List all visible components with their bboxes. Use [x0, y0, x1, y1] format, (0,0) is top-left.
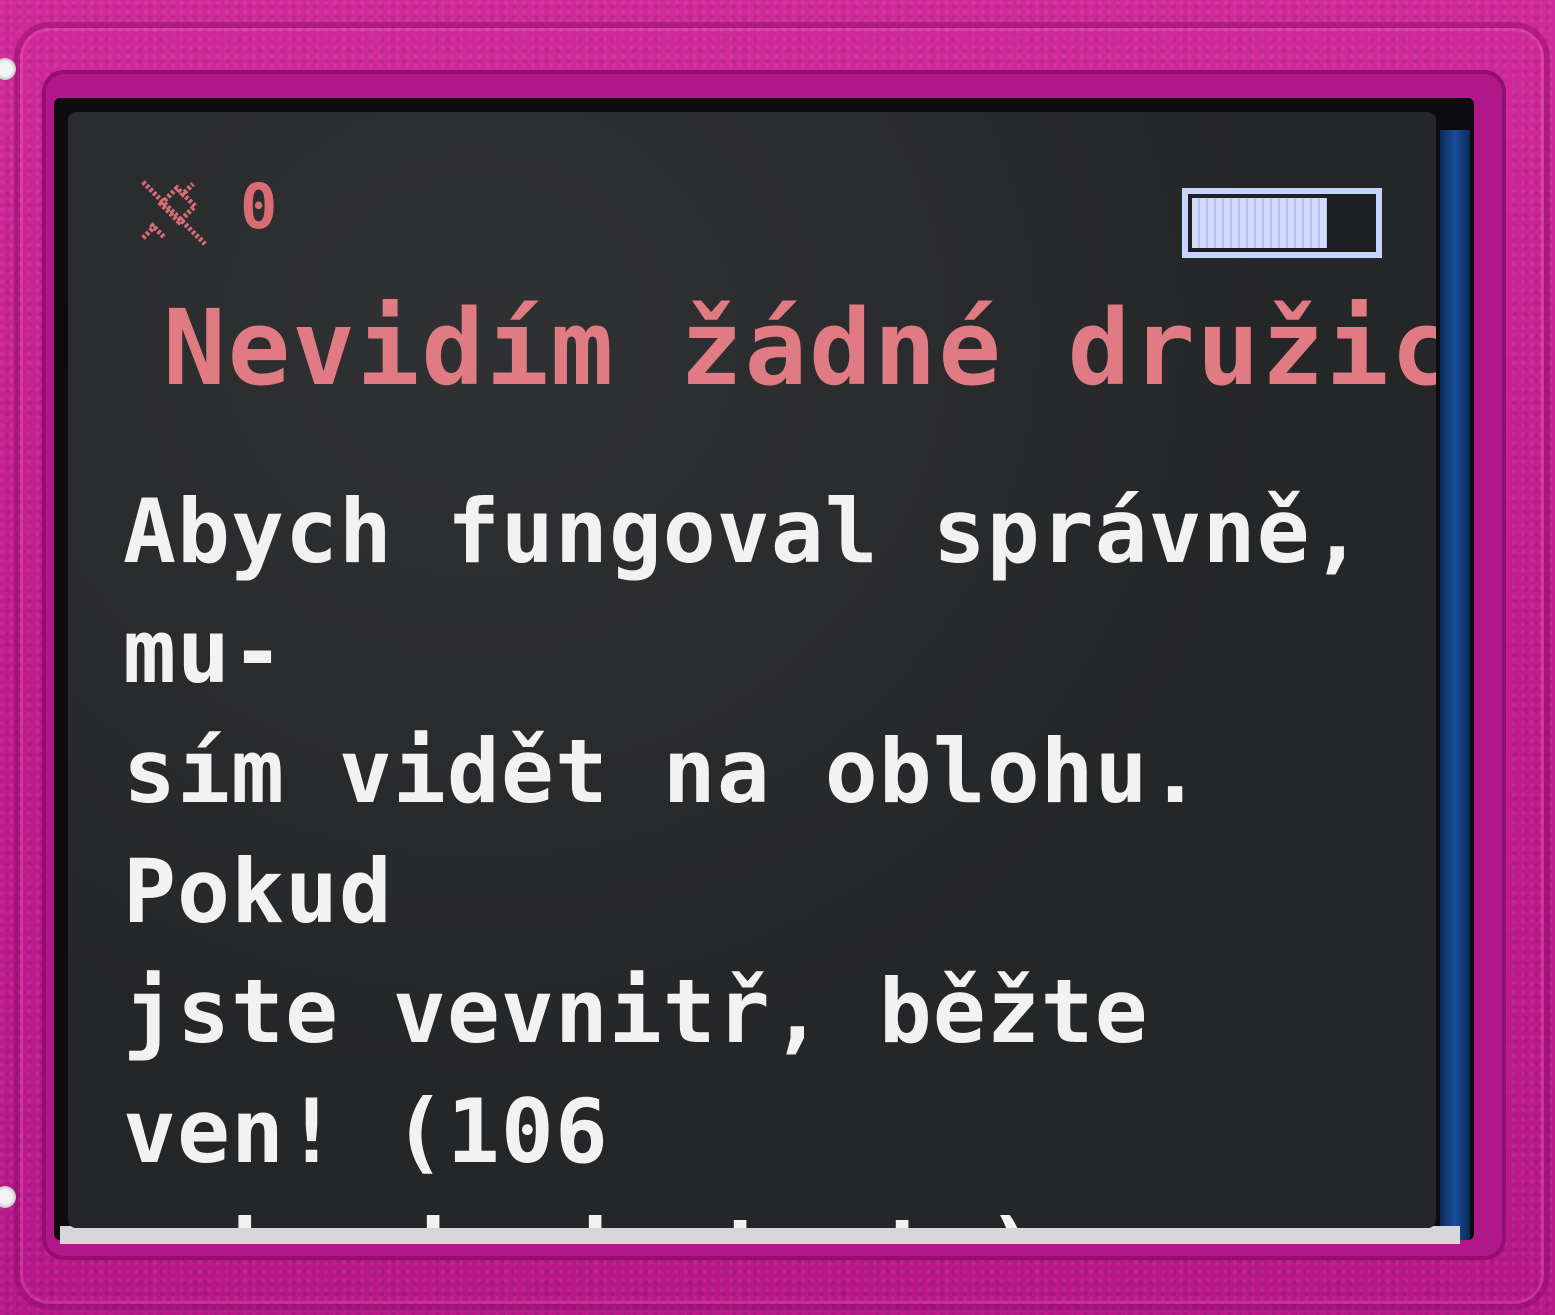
headline-title: Nevidím žádné družice	[163, 287, 1436, 409]
lcd-screen: 0 Nevidím žádné družice Abych fungoval s…	[68, 112, 1436, 1228]
battery-level-fill	[1192, 198, 1327, 248]
satellite-off-icon	[133, 174, 213, 254]
display-bottom-strip	[60, 1226, 1460, 1244]
satellite-count: 0	[240, 170, 280, 243]
pcb-edge	[1440, 130, 1470, 1240]
battery-icon	[1182, 188, 1382, 258]
status-message: Abych fungoval správně, mu- sím vidět na…	[123, 480, 1365, 1228]
device-case: 0 Nevidím žádné družice Abych fungoval s…	[0, 0, 1555, 1315]
satellite-off-icon-glyph	[141, 180, 207, 246]
